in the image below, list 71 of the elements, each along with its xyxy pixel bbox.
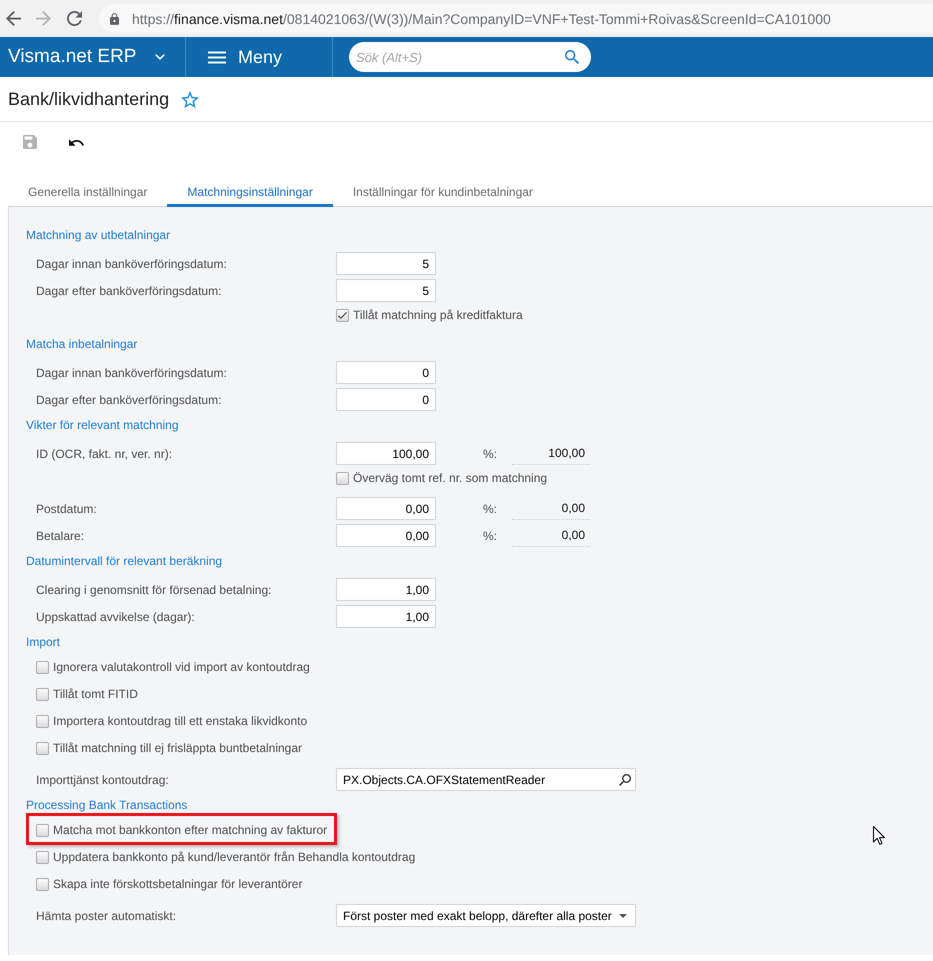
percent-label: %:: [483, 502, 498, 516]
checkbox-label: Importera kontoutdrag till ett enstaka likvidkonto: [53, 714, 308, 729]
checkbox[interactable]: [336, 472, 349, 485]
checkbox-label: Skapa inte förskottsbetalningar för leverantörer: [53, 877, 302, 892]
field-label: Uppskattad avvikelse (dagar):: [36, 610, 195, 624]
star-icon[interactable]: [181, 90, 200, 108]
percent-value: 100,00: [512, 442, 590, 465]
section-heading: Matcha inbetalningar: [26, 337, 138, 351]
number-field[interactable]: 5: [336, 252, 436, 275]
checkbox-label: Ignorera valutakontroll vid import av kontoutdrag: [53, 660, 310, 675]
menu-button[interactable]: Meny: [186, 37, 333, 77]
product-switcher[interactable]: Visma.net ERP: [0, 37, 186, 77]
back-arrow-icon[interactable]: [6, 11, 21, 26]
checkbox[interactable]: [36, 742, 49, 755]
percent-value: 0,00: [512, 524, 590, 547]
menu-icon: [208, 50, 226, 64]
number-field[interactable]: 0: [336, 361, 436, 384]
checkbox-label: Tillåt tomt FITID: [53, 687, 138, 702]
checkbox-label: Matcha mot bankkonton efter matchning av fakturor: [53, 823, 328, 838]
checkbox-label: Överväg tomt ref. nr. som matchning: [353, 471, 548, 486]
field-label: ID (OCR, fakt. nr, ver. nr):: [36, 446, 172, 460]
field-label: Dagar efter banköverföringsdatum:: [36, 392, 222, 406]
tab[interactable]: Generella inställningar: [8, 177, 168, 207]
section-heading: Datumintervall för relevant beräkning: [26, 554, 222, 568]
reload-icon[interactable]: [67, 11, 82, 26]
field-label: Clearing i genomsnitt för försenad betalning:: [36, 582, 272, 596]
checkbox[interactable]: [36, 688, 49, 701]
checkbox[interactable]: [36, 824, 49, 837]
chevron-down-icon: [155, 54, 166, 60]
number-field[interactable]: 0,00: [336, 497, 436, 520]
checkbox[interactable]: [336, 309, 349, 322]
field-label: Importtjänst kontoutdrag:: [36, 772, 169, 786]
checkbox[interactable]: [36, 878, 49, 891]
number-field[interactable]: 1,00: [336, 605, 436, 628]
url-text: https://finance.visma.net/0814021063/(W(3))/Main?CompanyID=VNF+Test-Tommi+Roivas&ScreenId=CA101000: [132, 10, 831, 26]
lookup-field[interactable]: PX.Objects.CA.OFXStatementReader: [336, 768, 636, 791]
caret-down-icon: [619, 914, 627, 918]
checkbox-label: Tillåt matchning på kreditfaktura: [353, 308, 523, 323]
checkmark-icon: [338, 312, 347, 319]
number-field[interactable]: 100,00: [336, 442, 436, 465]
checkbox[interactable]: [36, 661, 49, 674]
field-label: Dagar innan banköverföringsdatum:: [36, 256, 227, 270]
field-label: Dagar efter banköverföringsdatum:: [36, 284, 222, 298]
percent-label: %:: [483, 446, 498, 460]
checkbox-label: Tillåt matchning till ej frisläppta buntbetalningar: [53, 741, 302, 756]
field-label: Postdatum:: [36, 502, 97, 516]
number-field[interactable]: 5: [336, 279, 436, 302]
checkbox[interactable]: [36, 715, 49, 728]
section-heading: Import: [26, 635, 60, 649]
field-label: Betalare:: [36, 528, 84, 542]
number-field[interactable]: 1,00: [336, 578, 436, 601]
field-label: Hämta poster automatiskt:: [36, 908, 176, 922]
number-field[interactable]: 0: [336, 388, 436, 411]
lock-icon: [110, 12, 119, 24]
undo-icon[interactable]: [69, 138, 84, 146]
checkbox-label: Uppdatera bankkonto på kund/leverantör från Behandla kontoutdrag: [53, 850, 416, 865]
dropdown-field[interactable]: Först poster med exakt belopp, därefter alla poster: [336, 904, 636, 927]
mouse-pointer-icon: [873, 826, 885, 845]
checkbox[interactable]: [36, 851, 49, 864]
percent-value: 0,00: [512, 497, 590, 520]
address-bar[interactable]: https://finance.visma.net/0814021063/(W(3))/Main?CompanyID=VNF+Test-Tommi+Roivas&ScreenId=CA101000: [99, 4, 933, 33]
forward-arrow-icon[interactable]: [36, 11, 51, 26]
section-heading: Matchning av utbetalningar: [26, 228, 170, 242]
search-icon[interactable]: [619, 774, 631, 786]
tab[interactable]: Inställningar för kundinbetalningar: [332, 177, 553, 207]
section-heading: Processing Bank Transactions: [26, 798, 188, 812]
section-heading: Vikter för relevant matchning: [26, 418, 179, 432]
percent-label: %:: [483, 528, 498, 542]
number-field[interactable]: 0,00: [336, 524, 436, 547]
field-label: Dagar innan banköverföringsdatum:: [36, 366, 227, 380]
page-title: Bank/likvidhantering: [8, 88, 170, 110]
